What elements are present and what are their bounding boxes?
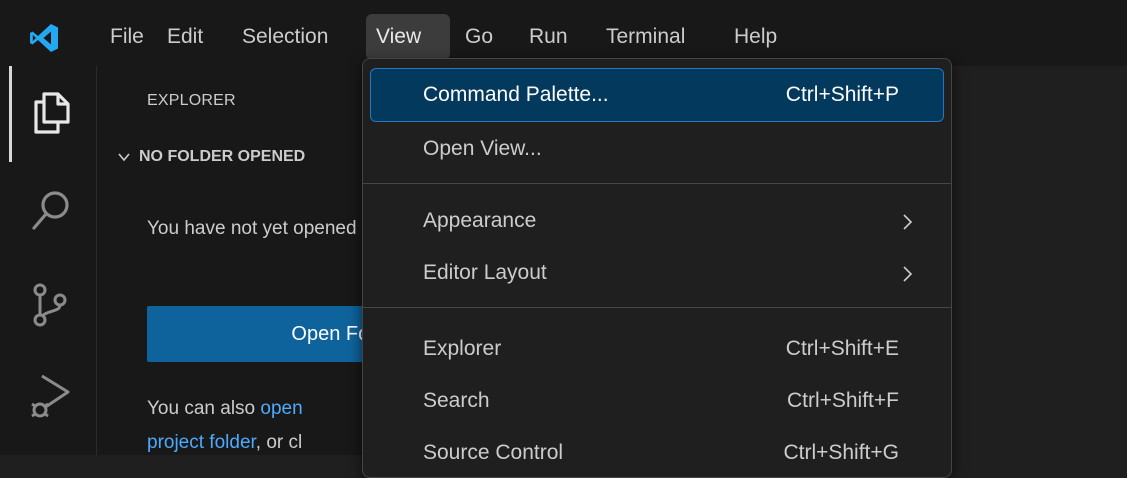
project-folder-link[interactable]: project folder xyxy=(147,432,256,453)
menu-item-label: Source Control xyxy=(423,441,564,464)
menu-item-search[interactable]: Search Ctrl+Shift+F xyxy=(371,375,943,427)
menu-item-label: Command Palette... xyxy=(423,83,609,106)
menu-item-editor-layout[interactable]: Editor Layout xyxy=(371,247,943,299)
menu-item-open-view[interactable]: Open View... xyxy=(371,123,943,175)
menu-item-shortcut: Ctrl+Shift+F xyxy=(786,389,899,412)
no-folder-section-header[interactable]: NO FOLDER OPENED xyxy=(117,148,305,166)
menu-selection[interactable]: Selection xyxy=(232,14,338,60)
menu-item-shortcut: Ctrl+Shift+P xyxy=(785,83,899,106)
menu-terminal[interactable]: Terminal xyxy=(596,14,695,60)
no-folder-message: You have not yet opened a folder. xyxy=(147,218,367,239)
title-bar: File Edit Selection View Go Run Terminal… xyxy=(0,0,1127,66)
section-header-label: NO FOLDER OPENED xyxy=(139,148,306,165)
menu-item-appearance[interactable]: Appearance xyxy=(371,195,943,247)
also-suffix: , or cl xyxy=(255,432,303,453)
vscode-logo-icon[interactable] xyxy=(28,22,60,54)
menu-run[interactable]: Run xyxy=(519,14,578,60)
menu-item-label: Explorer xyxy=(423,337,502,360)
menu-help[interactable]: Help xyxy=(724,14,787,60)
menu-item-label: Search xyxy=(423,389,490,412)
activity-bar xyxy=(0,66,96,455)
sidebar-title: EXPLORER xyxy=(147,92,236,109)
explorer-sidebar: EXPLORER NO FOLDER OPENED You have not y… xyxy=(96,66,367,455)
search-icon[interactable] xyxy=(26,186,76,236)
menu-item-shortcut: Ctrl+Shift+E xyxy=(785,337,899,360)
explorer-icon[interactable] xyxy=(26,88,76,138)
chevron-right-icon xyxy=(903,266,913,282)
menu-item-label: Editor Layout xyxy=(423,261,547,284)
menu-separator xyxy=(363,183,951,184)
also-prefix: You can also xyxy=(147,398,261,419)
menu-edit[interactable]: Edit xyxy=(157,14,213,60)
source-control-icon[interactable] xyxy=(26,280,76,330)
also-message: You can also open project folder, or cl xyxy=(147,392,367,455)
menu-separator xyxy=(363,307,951,308)
run-debug-icon[interactable] xyxy=(26,370,76,420)
active-indicator xyxy=(9,66,12,162)
open-folder-button[interactable]: Open Folder xyxy=(147,306,367,362)
menu-item-explorer[interactable]: Explorer Ctrl+Shift+E xyxy=(371,323,943,375)
menu-view[interactable]: View xyxy=(366,14,450,60)
menu-item-label: Open View... xyxy=(423,137,542,160)
menu-go[interactable]: Go xyxy=(455,14,503,60)
menu-file[interactable]: File xyxy=(100,14,154,60)
menu-item-command-palette[interactable]: Command Palette... Ctrl+Shift+P xyxy=(370,68,944,122)
chevron-right-icon xyxy=(903,214,913,230)
menu-item-shortcut: Ctrl+Shift+G xyxy=(783,441,899,464)
open-link[interactable]: open xyxy=(260,398,302,419)
view-menu-dropdown: Command Palette... Ctrl+Shift+P Open Vie… xyxy=(362,58,952,478)
menu-item-label: Appearance xyxy=(423,209,537,232)
chevron-down-icon xyxy=(118,153,130,162)
menu-item-source-control[interactable]: Source Control Ctrl+Shift+G xyxy=(371,427,943,477)
